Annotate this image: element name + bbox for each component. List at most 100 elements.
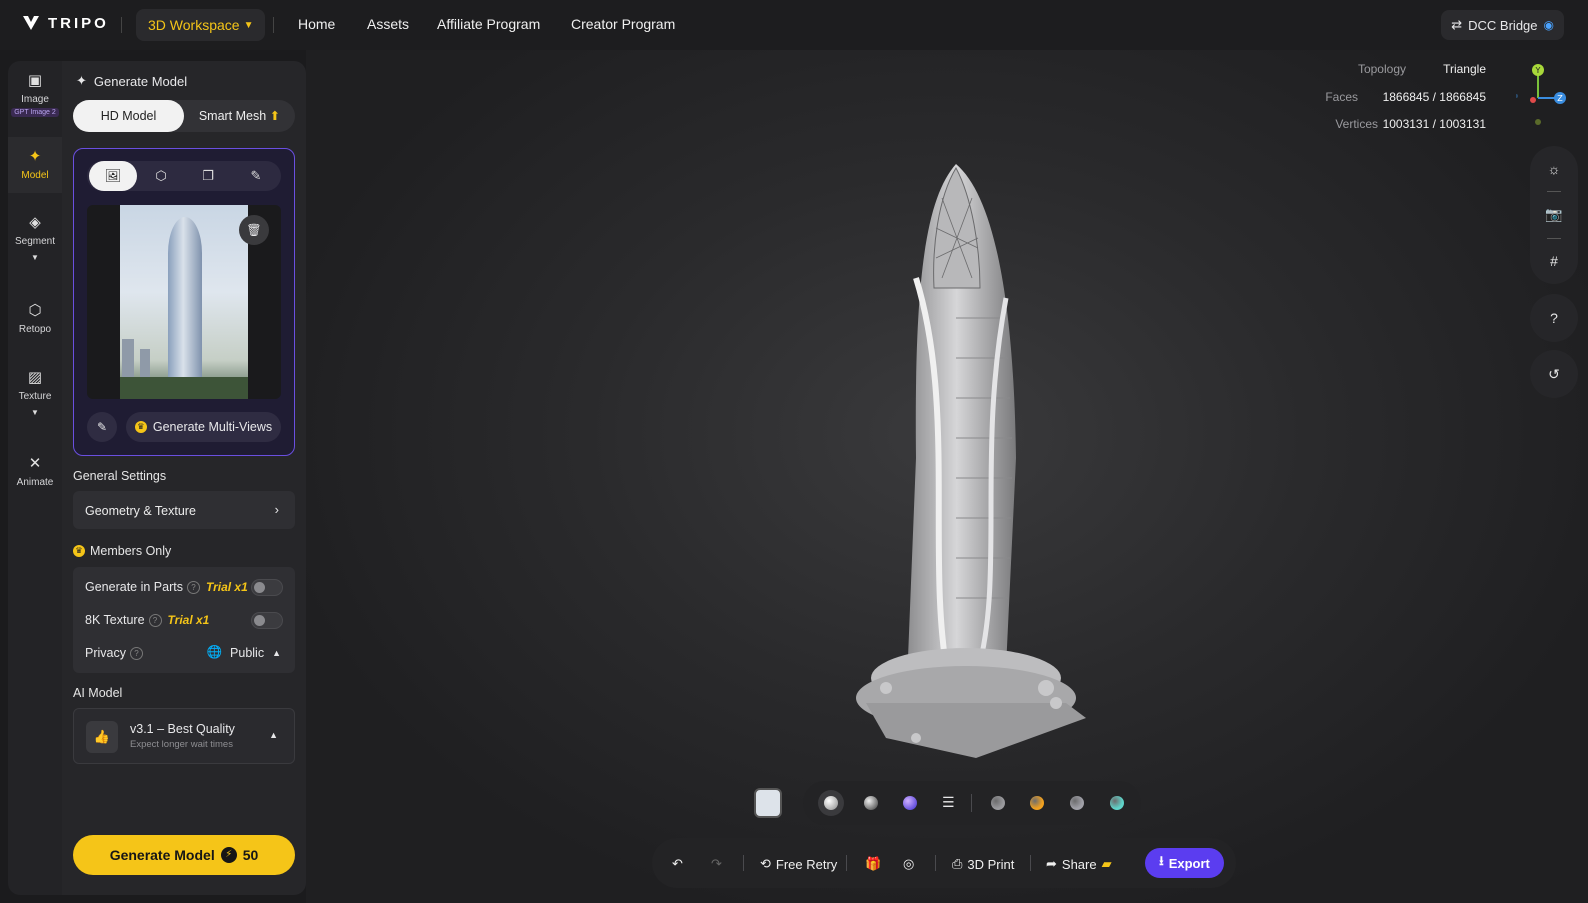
hd-model-option[interactable]: HD Model (73, 100, 184, 132)
generate-in-parts-row: Generate in Parts? Trial x1 (85, 580, 248, 595)
ai-model-heading: AI Model (73, 686, 123, 700)
matcap-render-icon[interactable] (864, 796, 878, 810)
trial-badge: Trial x1 (205, 580, 248, 594)
rail-item-segment[interactable]: ◈ Segment ▼ (8, 213, 62, 273)
globe-icon: 🌐 (206, 645, 223, 659)
ar-view-button[interactable]: ◎ (903, 856, 914, 872)
dcc-bridge-label: DCC Bridge (1468, 17, 1538, 33)
ai-model-selector[interactable]: 👍 v3.1 – Best Quality Expect longer wait… (73, 708, 295, 764)
generate-model-button[interactable]: Generate Model ⚡ 50 (73, 835, 295, 875)
chevron-down-icon: ▼ (243, 19, 254, 31)
redo-icon: ↷ (711, 856, 722, 871)
sliders-icon[interactable]: ☰ (942, 794, 955, 811)
material-bar (803, 781, 1141, 825)
export-button[interactable]: ⭳ Export (1145, 848, 1224, 878)
material-swatch-teal[interactable] (1110, 796, 1124, 810)
rail-item-animate[interactable]: ✕ Animate (8, 454, 62, 494)
normal-render-icon[interactable] (903, 796, 917, 810)
faces-label: Faces (1325, 90, 1358, 104)
export-label: Export (1168, 855, 1210, 871)
trees (120, 377, 248, 399)
generate-multi-views-button[interactable]: ♛ Generate Multi-Views (126, 412, 281, 442)
texture-8k-label: 8K Texture (85, 613, 145, 627)
camera-icon[interactable]: 📷 (1545, 206, 1562, 223)
panel-title: ✦ Generate Model (76, 73, 187, 89)
left-rail: ▣ Image GPT Image 2 ✦ Model ◈ Segment ▼ … (8, 61, 62, 895)
undo-button[interactable]: ↶ (672, 856, 683, 872)
image-icon: ▣ (27, 72, 43, 89)
3d-print-button[interactable]: ⎙ 3D Print (952, 856, 1014, 872)
privacy-dropdown[interactable]: 🌐 Public ▲ (206, 645, 281, 660)
help-icon[interactable]: ? (148, 614, 162, 628)
pencil-icon: ✎ (96, 420, 108, 434)
history-button[interactable]: ↺ (1530, 350, 1578, 398)
upgrade-arrow-icon: ⬆ (269, 109, 281, 123)
rail-item-retopo[interactable]: ⬡ Retopo (8, 301, 62, 341)
chevron-down-icon: ▼ (31, 253, 39, 262)
faces-stat: Faces 1866845 / 1866845 (1325, 90, 1486, 104)
nav-creator-program[interactable]: Creator Program (571, 16, 675, 32)
rail-item-label: Retopo (18, 324, 52, 335)
image-input-box: 🖼 ⬡ ❐ ✎ 🗑 ✎ ♛ Generate Multi-Views (73, 148, 295, 456)
gpt-image-badge: GPT Image 2 (11, 108, 59, 117)
texture-8k-toggle[interactable] (251, 612, 283, 629)
3d-viewport[interactable]: Topology Triangle Faces 1866845 / 186684… (306, 50, 1588, 903)
help-icon[interactable]: ? (186, 581, 200, 595)
general-settings-heading: General Settings (73, 469, 167, 483)
material-swatch-silver[interactable] (1070, 796, 1084, 810)
bridge-app-icon: ◉ (1543, 18, 1554, 32)
chevron-up-icon: ▲ (272, 647, 281, 658)
grid-icon[interactable]: # (1550, 253, 1558, 269)
axis-y-label: Y (1535, 66, 1541, 75)
share-button[interactable]: ➦ Share ▰ (1046, 856, 1112, 872)
multi-views-label: Generate Multi-Views (152, 420, 273, 434)
divider (1547, 237, 1561, 239)
delete-image-button[interactable]: 🗑 (239, 215, 269, 245)
privacy-label: Privacy (85, 646, 126, 660)
tab-3d-input[interactable]: ⬡ (137, 161, 185, 191)
smart-mesh-option[interactable]: Smart Mesh ⬆ (184, 100, 295, 132)
tab-single-image[interactable]: 🖼 (89, 161, 137, 191)
workspace-dropdown[interactable]: 3D Workspace ▼ (136, 9, 266, 41)
tripo-logo[interactable]: TRIPO (22, 14, 109, 32)
uploaded-image[interactable]: 🗑 (87, 205, 281, 399)
rail-item-image[interactable]: ▣ Image GPT Image 2 (8, 71, 62, 129)
texture-icon: ▨ (27, 369, 43, 386)
rail-item-model[interactable]: ✦ Model (8, 137, 62, 193)
help-icon[interactable]: ? (129, 647, 143, 661)
dcc-bridge-button[interactable]: ⇄ DCC Bridge ◉ (1441, 10, 1564, 40)
panel-title-text: Generate Model (93, 73, 188, 89)
axis-gizmo[interactable]: Y Z (1516, 62, 1566, 132)
model-thumbnail[interactable] (754, 788, 782, 818)
tower-photo (120, 205, 248, 399)
reward-icon: ▰ (1101, 856, 1112, 871)
images-icon: ❐ (202, 168, 214, 183)
generate-in-parts-toggle[interactable] (251, 579, 283, 596)
edit-image-button[interactable]: ✎ (87, 412, 117, 442)
tab-sketch[interactable]: ✎ (232, 161, 280, 191)
divider (743, 855, 744, 871)
redo-button[interactable]: ↷ (711, 856, 722, 872)
nav-home[interactable]: Home (298, 16, 335, 32)
rail-item-texture[interactable]: ▨ Texture ▼ (8, 368, 62, 428)
cube-split-icon: ◈ (29, 214, 41, 231)
nav-affiliate-program[interactable]: Affiliate Program (437, 16, 540, 32)
nav-assets[interactable]: Assets (367, 16, 409, 32)
top-bar: TRIPO 3D Workspace ▼ Home Assets Affilia… (0, 0, 1588, 50)
divider (1030, 855, 1031, 871)
ai-model-subtitle: Expect longer wait times (130, 739, 233, 750)
clay-render-icon[interactable] (824, 796, 838, 810)
texture-8k-row: 8K Texture? Trial x1 (85, 613, 209, 628)
generate-label: Generate Model (109, 847, 215, 863)
vertices-label: Vertices (1335, 117, 1378, 131)
tab-multi-image[interactable]: ❐ (184, 161, 232, 191)
gift-button[interactable]: 🎁 (865, 856, 881, 872)
material-swatch-orange[interactable] (1030, 796, 1044, 810)
free-retry-button[interactable]: ⟲ Free Retry (760, 856, 837, 872)
geometry-texture-row[interactable]: Geometry & Texture › (73, 491, 295, 529)
input-type-tabs: 🖼 ⬡ ❐ ✎ (87, 161, 281, 191)
help-button[interactable]: ? (1530, 294, 1578, 342)
material-swatch-gray[interactable] (991, 796, 1005, 810)
figure-icon: ✕ (28, 455, 42, 472)
lighting-icon[interactable]: ☼ (1548, 161, 1561, 177)
